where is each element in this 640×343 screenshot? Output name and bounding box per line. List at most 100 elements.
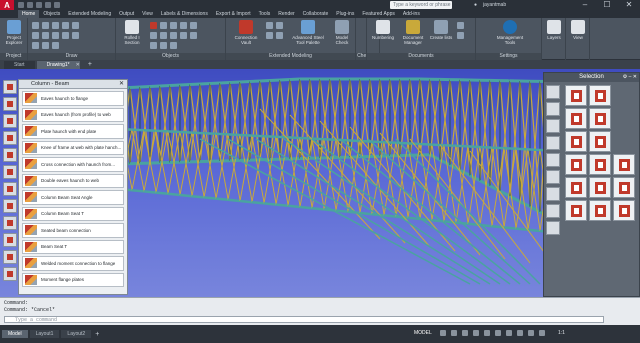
railing-icon[interactable] bbox=[160, 32, 167, 39]
project-explorer-button[interactable]: Project Explorer bbox=[2, 20, 26, 45]
snap-toggle-icon[interactable] bbox=[451, 330, 457, 336]
polyline-icon[interactable] bbox=[42, 22, 49, 29]
tab-view[interactable]: View bbox=[138, 10, 157, 18]
base-plate-tool-icon[interactable] bbox=[3, 97, 17, 111]
palette-close-icon[interactable]: ✕ bbox=[119, 80, 124, 89]
tab-export-import[interactable]: Export & Import bbox=[212, 10, 255, 18]
user-icon[interactable]: ● bbox=[474, 1, 477, 9]
layers-button[interactable]: Layers bbox=[542, 20, 566, 40]
bracing-tool-icon[interactable] bbox=[3, 148, 17, 162]
column-icon[interactable] bbox=[160, 42, 167, 49]
tab-start[interactable]: Start bbox=[4, 61, 35, 69]
connection-filter-icon[interactable] bbox=[565, 131, 587, 152]
selection-header[interactable]: Selection ⚙ – ✕ bbox=[544, 73, 639, 82]
command-input[interactable]: Type a command bbox=[4, 316, 604, 323]
view-button[interactable]: View bbox=[566, 20, 590, 40]
miscellaneous-tool-icon[interactable] bbox=[3, 216, 17, 230]
transparency-toggle-icon[interactable] bbox=[517, 330, 523, 336]
arc-icon[interactable] bbox=[62, 22, 69, 29]
selection-controls-icon[interactable]: ⚙ – ✕ bbox=[623, 73, 637, 82]
tab-objects[interactable]: Objects bbox=[39, 10, 64, 18]
osnap-toggle-icon[interactable] bbox=[484, 330, 490, 336]
cage-icon[interactable] bbox=[170, 32, 177, 39]
advanced-steel-tool-palette-button[interactable]: Advanced Steel Tool Palette bbox=[288, 20, 328, 45]
redo-icon[interactable] bbox=[54, 2, 60, 8]
rolled-section-button[interactable]: Rolled I Section bbox=[120, 20, 144, 45]
model-space-toggle[interactable]: MODEL bbox=[414, 330, 432, 336]
cross-tool-icon[interactable] bbox=[3, 199, 17, 213]
search-icon[interactable] bbox=[546, 153, 560, 167]
beam-icon[interactable] bbox=[150, 42, 157, 49]
palette-item[interactable]: Column Beam Seat Angle bbox=[22, 190, 124, 205]
user-name[interactable]: jayantmab bbox=[483, 1, 506, 9]
connection-vault-button[interactable]: Connection Vault bbox=[230, 20, 262, 45]
save-icon[interactable] bbox=[36, 2, 42, 8]
palette-item[interactable]: Moment flange plates bbox=[22, 272, 124, 287]
new-tab-icon[interactable]: + bbox=[88, 61, 92, 69]
undo-icon[interactable] bbox=[45, 2, 51, 8]
tab-featured-apps[interactable]: Featured Apps bbox=[358, 10, 399, 18]
add-layout-icon[interactable]: + bbox=[95, 331, 99, 338]
bom-icon[interactable] bbox=[457, 32, 464, 39]
ortho-toggle-icon[interactable] bbox=[462, 330, 468, 336]
column-beam-tool-icon[interactable] bbox=[3, 131, 17, 145]
channel-filter-icon[interactable] bbox=[613, 154, 635, 175]
beam-filter-icon[interactable] bbox=[565, 85, 587, 106]
tab-add-ins[interactable]: Add-ins bbox=[399, 10, 424, 18]
annotation-scale[interactable]: 1:1 bbox=[558, 330, 565, 336]
otrack-toggle-icon[interactable] bbox=[495, 330, 501, 336]
rectangle-icon[interactable] bbox=[72, 22, 79, 29]
annotation-icon[interactable] bbox=[539, 330, 545, 336]
select-all-icon[interactable] bbox=[546, 85, 560, 99]
rotate-icon[interactable] bbox=[52, 32, 59, 39]
bracket-filter-icon[interactable] bbox=[589, 177, 611, 198]
bolt-icon[interactable] bbox=[160, 22, 167, 29]
bolt-filter-icon[interactable] bbox=[565, 200, 587, 221]
frame-icon[interactable] bbox=[276, 22, 283, 29]
weld-icon[interactable] bbox=[170, 22, 177, 29]
tab-render[interactable]: Render bbox=[274, 10, 298, 18]
plate-filter-icon[interactable] bbox=[565, 108, 587, 129]
create-lists-button[interactable]: Create lists bbox=[429, 20, 453, 40]
group-icon[interactable] bbox=[546, 221, 560, 235]
line-icon[interactable] bbox=[32, 22, 39, 29]
i-section-filter-icon[interactable] bbox=[589, 131, 611, 152]
copy-icon[interactable] bbox=[42, 32, 49, 39]
truss-icon[interactable] bbox=[170, 42, 177, 49]
tab-home[interactable]: Home bbox=[18, 10, 40, 18]
stiffener-tool-icon[interactable] bbox=[3, 165, 17, 179]
tab-labels-dimensions[interactable]: Labels & Dimensions bbox=[157, 10, 212, 18]
bracing-icon[interactable] bbox=[190, 32, 197, 39]
close-icon[interactable]: ✕ bbox=[618, 0, 640, 10]
palette-item[interactable]: Seated beam connection bbox=[22, 223, 124, 238]
palette-item[interactable]: Eaves haunch to flange bbox=[22, 91, 124, 106]
layout-tab-layout2[interactable]: Layout2 bbox=[61, 330, 92, 338]
palette-item[interactable]: Plate haunch with end plate bbox=[22, 124, 124, 139]
new-icon[interactable] bbox=[18, 2, 24, 8]
view-icon[interactable] bbox=[42, 42, 49, 49]
palette-item[interactable]: Cross connection with haunch from... bbox=[22, 157, 124, 172]
search-input[interactable]: Type a keyword or phrase bbox=[390, 1, 452, 9]
unmark-icon[interactable] bbox=[546, 136, 560, 150]
polar-toggle-icon[interactable] bbox=[473, 330, 479, 336]
hide-icon[interactable] bbox=[546, 187, 560, 201]
purlin-icon[interactable] bbox=[180, 32, 187, 39]
anchor-filter-icon[interactable] bbox=[613, 200, 635, 221]
cleat-tool-icon[interactable] bbox=[3, 250, 17, 264]
mark-icon[interactable] bbox=[546, 119, 560, 133]
weld-filter-icon[interactable] bbox=[589, 200, 611, 221]
table-filter-icon[interactable] bbox=[589, 85, 611, 106]
purlin-tool-icon[interactable] bbox=[3, 182, 17, 196]
app-logo[interactable]: A bbox=[0, 0, 14, 10]
palette-item[interactable]: Double eaves haunch to web bbox=[22, 173, 124, 188]
selection-cycle-icon[interactable] bbox=[528, 330, 534, 336]
plate-icon[interactable] bbox=[150, 22, 157, 29]
stair-icon[interactable] bbox=[150, 32, 157, 39]
document-manager-button[interactable]: Document Manager bbox=[399, 20, 427, 45]
anchor-icon[interactable] bbox=[180, 22, 187, 29]
ucs-icon[interactable] bbox=[32, 42, 39, 49]
trim-icon[interactable] bbox=[72, 32, 79, 39]
flange-filter-icon[interactable] bbox=[589, 108, 611, 129]
tab-extended-modeling[interactable]: Extended Modeling bbox=[64, 10, 115, 18]
tab-drawing[interactable]: Drawing1* bbox=[36, 61, 80, 69]
